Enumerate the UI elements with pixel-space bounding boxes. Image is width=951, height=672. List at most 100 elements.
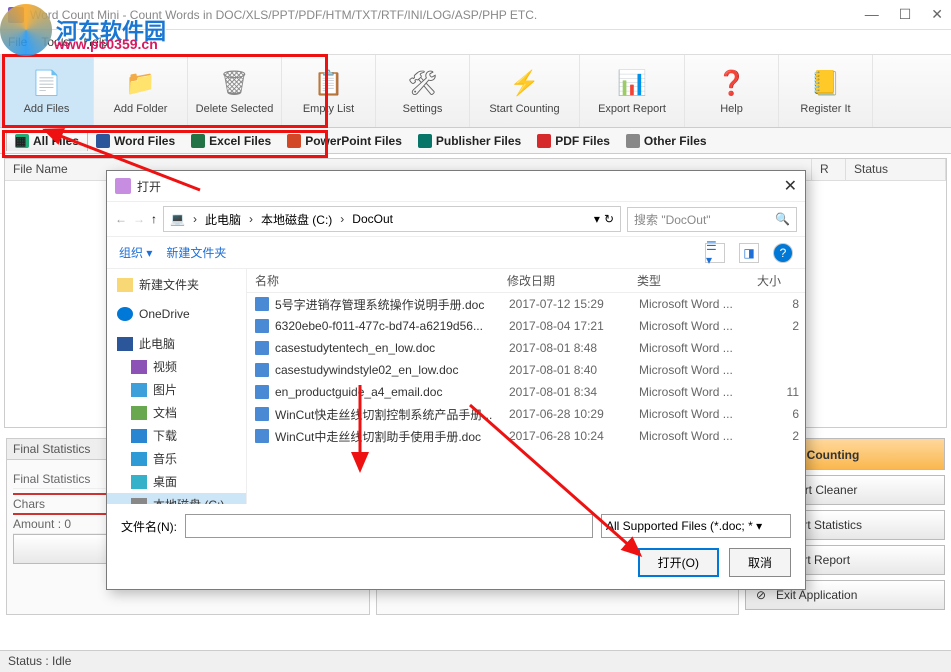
- menu-file[interactable]: File: [8, 35, 27, 49]
- music-icon: [131, 452, 147, 466]
- settings-icon: 🛠: [407, 67, 439, 99]
- export-report-button[interactable]: 📊 Export Report: [580, 55, 685, 127]
- col-status[interactable]: Status: [846, 159, 946, 180]
- word-doc-icon: [255, 319, 269, 333]
- new-folder-button[interactable]: 新建文件夹: [166, 244, 226, 261]
- file-list-columns: 名称 修改日期 类型 大小: [247, 269, 805, 293]
- file-row[interactable]: casestudytentech_en_low.doc2017-08-01 8:…: [247, 337, 805, 359]
- word-doc-icon: [255, 429, 269, 443]
- tree-pictures[interactable]: 图片: [107, 378, 246, 401]
- nav-back-button[interactable]: ←: [115, 212, 127, 226]
- refresh-icon[interactable]: ↻: [604, 212, 614, 226]
- col-type[interactable]: 类型: [629, 272, 749, 289]
- start-icon: ⚡: [509, 67, 541, 99]
- add-folder-icon: 📁: [125, 67, 157, 99]
- col-r[interactable]: R: [812, 159, 846, 180]
- col-name[interactable]: 名称: [247, 272, 499, 289]
- word-doc-icon: [255, 363, 269, 377]
- word-doc-icon: [255, 297, 269, 311]
- address-bar[interactable]: 💻 › 此电脑 › 本地磁盘 (C:) › DocOut ▾ ↻: [163, 206, 621, 232]
- open-file-dialog: 打开 ✕ ← → ↑ 💻 › 此电脑 › 本地磁盘 (C:) › DocOut …: [106, 170, 806, 590]
- filename-label: 文件名(N):: [121, 518, 177, 535]
- tab-word-files[interactable]: Word Files: [88, 131, 183, 151]
- file-row[interactable]: en_productguide_a4_email.doc2017-08-01 8…: [247, 381, 805, 403]
- empty-list-button[interactable]: 📋 Empty List: [282, 55, 376, 127]
- word-icon: [96, 134, 110, 148]
- dialog-icon: [115, 178, 131, 194]
- folder-icon: [117, 278, 133, 292]
- tab-publisher-files[interactable]: Publisher Files: [410, 131, 529, 151]
- file-row[interactable]: 6320ebe0-f011-477c-bd74-a6219d56...2017-…: [247, 315, 805, 337]
- status-bar: Status : Idle: [0, 650, 951, 672]
- pdf-icon: [537, 134, 551, 148]
- dialog-search-input[interactable]: 搜索 "DocOut" 🔍: [627, 207, 797, 232]
- tab-excel-files[interactable]: Excel Files: [183, 131, 279, 151]
- desktop-icon: [131, 475, 147, 489]
- documents-icon: [131, 406, 147, 420]
- crumb-thispc[interactable]: 此电脑: [205, 211, 241, 228]
- word-doc-icon: [255, 341, 269, 355]
- filetype-select[interactable]: All Supported Files (*.doc; * ▾: [601, 514, 791, 538]
- dialog-close-button[interactable]: ✕: [784, 176, 797, 196]
- preview-pane-button[interactable]: ◨: [739, 243, 759, 263]
- start-counting-button[interactable]: ⚡ Start Counting: [470, 55, 580, 127]
- status-text: Status : Idle: [8, 654, 71, 668]
- settings-button[interactable]: 🛠 Settings: [376, 55, 470, 127]
- add-files-button[interactable]: 📄 Add Files: [0, 55, 94, 127]
- menubar: File Tools Help: [0, 30, 951, 54]
- tree-c-drive[interactable]: 本地磁盘 (C:): [107, 493, 246, 504]
- tree-music[interactable]: 音乐: [107, 447, 246, 470]
- tab-ppt-files[interactable]: PowerPoint Files: [279, 131, 410, 151]
- dialog-file-list: 名称 修改日期 类型 大小 5号字进销存管理系统操作说明手册.doc2017-0…: [247, 269, 805, 504]
- crumb-drive[interactable]: 本地磁盘 (C:): [261, 211, 332, 228]
- tree-downloads[interactable]: 下载: [107, 424, 246, 447]
- add-files-icon: 📄: [31, 67, 63, 99]
- tree-onedrive[interactable]: OneDrive: [107, 304, 246, 324]
- dialog-open-button[interactable]: 打开(O): [638, 548, 719, 577]
- maximize-button[interactable]: ☐: [899, 6, 912, 23]
- word-doc-icon: [255, 385, 269, 399]
- col-date[interactable]: 修改日期: [499, 272, 629, 289]
- organize-menu[interactable]: 组织 ▾: [119, 244, 152, 261]
- minimize-button[interactable]: —: [865, 6, 879, 23]
- file-row[interactable]: casestudywindstyle02_en_low.doc2017-08-0…: [247, 359, 805, 381]
- downloads-icon: [131, 429, 147, 443]
- ppt-icon: [287, 134, 301, 148]
- tree-videos[interactable]: 视频: [107, 355, 246, 378]
- file-row[interactable]: 5号字进销存管理系统操作说明手册.doc2017-07-12 15:29Micr…: [247, 293, 805, 315]
- word-doc-icon: [255, 407, 269, 421]
- register-icon: 📒: [810, 67, 842, 99]
- tree-new-folder[interactable]: 新建文件夹: [107, 273, 246, 296]
- address-dropdown-icon[interactable]: ▾: [594, 212, 600, 226]
- main-toolbar: 📄 Add Files 📁 Add Folder 🗑 Delete Select…: [0, 54, 951, 128]
- help-button[interactable]: ❓ Help: [685, 55, 779, 127]
- close-button[interactable]: ✕: [931, 6, 943, 23]
- dialog-nav: ← → ↑ 💻 › 此电脑 › 本地磁盘 (C:) › DocOut ▾ ↻ 搜…: [107, 201, 805, 237]
- file-row[interactable]: WinCut中走丝线切割助手使用手册.doc2017-06-28 10:24Mi…: [247, 425, 805, 447]
- pictures-icon: [131, 383, 147, 397]
- menu-help[interactable]: Help: [83, 35, 108, 49]
- nav-forward-button[interactable]: →: [133, 212, 145, 226]
- crumb-folder[interactable]: DocOut: [352, 212, 393, 226]
- search-icon: 🔍: [775, 212, 790, 226]
- col-size[interactable]: 大小: [749, 272, 789, 289]
- onedrive-icon: [117, 307, 133, 321]
- pc-icon: 💻: [170, 212, 185, 226]
- tree-documents[interactable]: 文档: [107, 401, 246, 424]
- tab-pdf-files[interactable]: PDF Files: [529, 131, 618, 151]
- delete-selected-button[interactable]: 🗑 Delete Selected: [188, 55, 282, 127]
- register-button[interactable]: 📒 Register It: [779, 55, 873, 127]
- tree-this-pc[interactable]: 此电脑: [107, 332, 246, 355]
- menu-tools[interactable]: Tools: [41, 35, 69, 49]
- nav-up-button[interactable]: ↑: [151, 212, 157, 226]
- add-folder-button[interactable]: 📁 Add Folder: [94, 55, 188, 127]
- tab-other-files[interactable]: Other Files: [618, 131, 715, 151]
- video-icon: [131, 360, 147, 374]
- filename-input[interactable]: [185, 514, 593, 538]
- tab-all-files[interactable]: ▦All Files: [6, 130, 88, 151]
- dialog-cancel-button[interactable]: 取消: [729, 548, 791, 577]
- file-row[interactable]: WinCut快走丝线切割控制系统产品手册...2017-06-28 10:29M…: [247, 403, 805, 425]
- help-dialog-button[interactable]: ?: [773, 243, 793, 263]
- view-mode-button[interactable]: ☰ ▾: [705, 243, 725, 263]
- tree-desktop[interactable]: 桌面: [107, 470, 246, 493]
